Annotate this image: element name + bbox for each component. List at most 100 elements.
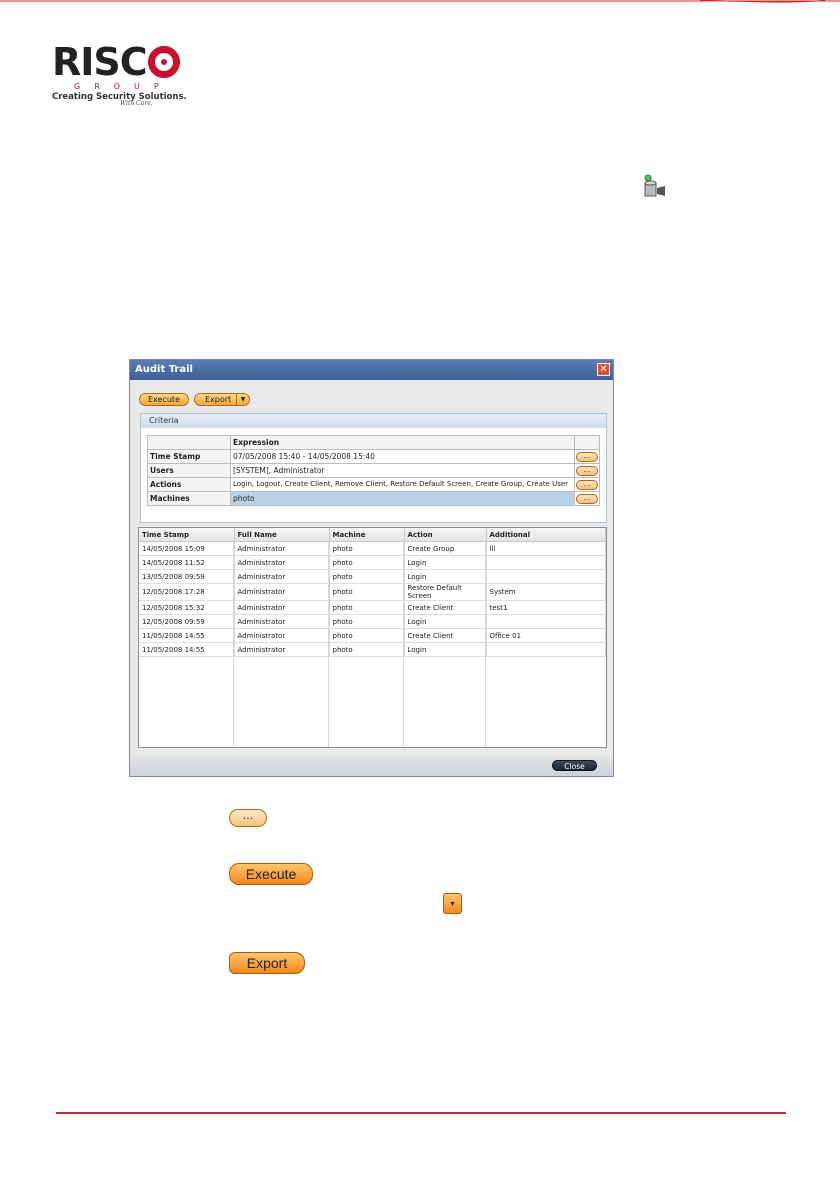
results-cell: 12/05/2008 15:32 <box>139 600 235 615</box>
results-cell: photo <box>329 614 405 629</box>
results-cell: photo <box>329 600 405 615</box>
results-table: Time Stamp Full Name Machine Action Addition… <box>139 528 606 657</box>
results-header-row: Time Stamp Full Name Machine Action Addition… <box>139 528 606 542</box>
results-cell: photo <box>329 541 405 556</box>
results-cell: Create Client <box>404 600 487 615</box>
results-cell: photo <box>329 642 405 657</box>
results-cell: Administrator <box>234 600 330 615</box>
results-grid[interactable]: Time Stamp Full Name Machine Action Addition… <box>138 527 607 748</box>
criteria-row-label: Time Stamp <box>147 449 231 464</box>
results-cell: 13/05/2008 09:59 <box>139 569 235 584</box>
results-cell: Administrator <box>234 642 330 657</box>
audit-trail-icon <box>644 174 665 197</box>
results-row[interactable]: 11/05/2008 14:55 Administrator photo Create… <box>139 628 606 643</box>
dialog-titlebar: Audit Trail ✕ <box>130 360 613 380</box>
export-button[interactable]: Export ▼ <box>194 393 250 406</box>
legend-dots-button: ... <box>229 809 267 827</box>
export-dropdown-arrow-icon[interactable]: ▼ <box>236 394 249 405</box>
criteria-table: Expression Time Stamp 07/05/2008 15:40 -… <box>147 435 600 506</box>
results-cell: photo <box>329 569 405 584</box>
results-cell: 12/05/2008 09:59 <box>139 614 235 629</box>
results-cell <box>486 642 606 657</box>
legend-execute-button: Execute <box>229 863 313 885</box>
results-row[interactable]: 12/05/2008 15:32 Administrator photo Create… <box>139 600 606 615</box>
criteria-row-label: Users <box>147 463 231 478</box>
criteria-row-value: photo <box>230 491 575 506</box>
results-cell: 12/05/2008 17:28 <box>139 583 235 601</box>
results-row[interactable]: 13/05/2008 09:59 Administrator photo Login <box>139 569 606 584</box>
results-cell: Administrator <box>234 614 330 629</box>
results-cell: Administrator <box>234 569 330 584</box>
execute-button[interactable]: Execute <box>139 393 189 406</box>
results-cell: Administrator <box>234 628 330 643</box>
results-cell: 11/05/2008 14:55 <box>139 642 235 657</box>
results-row[interactable]: 11/05/2008 14:55 Administrator photo Login <box>139 642 606 657</box>
risco-logo: RISC GROUP Creating Security Solutions. … <box>52 42 192 108</box>
results-cell: Login <box>404 569 487 584</box>
page-footer-rule <box>56 1112 786 1114</box>
close-icon[interactable]: ✕ <box>597 363 610 376</box>
criteria-row-actions[interactable]: Actions Login, Logout, Create Client, Re… <box>147 477 600 492</box>
results-column-header[interactable]: Machine <box>329 528 405 542</box>
criteria-row-value: [SYSTEM], Administrator <box>230 463 575 478</box>
logo-o-mark <box>147 46 180 78</box>
results-cell: Create Client <box>404 628 487 643</box>
results-row[interactable]: 14/05/2008 15:09 Administrator photo Create… <box>139 541 606 556</box>
criteria-row-value: 07/05/2008 15:40 - 14/05/2008 15:40 <box>230 449 575 464</box>
results-column-header[interactable]: Additional <box>486 528 606 542</box>
logo-wordmark: RISC <box>52 42 180 82</box>
dialog-toolbar: Execute Export ▼ <box>130 380 613 406</box>
results-cell: Administrator <box>234 583 330 601</box>
criteria-header-blank <box>147 435 231 450</box>
results-cell: 14/05/2008 11:52 <box>139 555 235 570</box>
edit-users-button[interactable]: ... <box>576 465 598 476</box>
criteria-panel-header: Criteria <box>141 414 606 428</box>
results-cell: Restore Default Screen <box>404 583 487 601</box>
results-cell: lll <box>486 541 606 556</box>
criteria-row-time-stamp[interactable]: Time Stamp 07/05/2008 15:40 - 14/05/2008… <box>147 449 600 464</box>
legend-dropdown-arrow-icon: ▾ <box>443 893 462 914</box>
results-cell: 14/05/2008 15:09 <box>139 541 235 556</box>
dialog-title: Audit Trail <box>135 364 193 375</box>
results-cell: System <box>486 583 606 601</box>
edit-actions-button[interactable]: ... <box>576 479 598 490</box>
edit-machines-button[interactable]: ... <box>576 493 598 504</box>
results-cell: Login <box>404 614 487 629</box>
results-cell <box>486 569 606 584</box>
results-cell: Create Group <box>404 541 487 556</box>
results-cell <box>486 555 606 570</box>
legend-export-button: Export <box>229 952 305 974</box>
results-row[interactable]: 14/05/2008 11:52 Administrator photo Login <box>139 555 606 570</box>
logo-signature: With Care. <box>120 100 153 107</box>
criteria-header-button-col <box>574 435 600 450</box>
dialog-footer: Close <box>130 756 613 776</box>
results-row[interactable]: 12/05/2008 17:28 Administrator photo Restor… <box>139 583 606 601</box>
results-cell: Administrator <box>234 555 330 570</box>
results-column-header[interactable]: Full Name <box>234 528 330 542</box>
results-cell: Login <box>404 555 487 570</box>
criteria-row-value: Login, Logout, Create Client, Remove Cli… <box>230 477 575 492</box>
results-cell: Login <box>404 642 487 657</box>
criteria-row-machines[interactable]: Machines photo ... <box>147 491 600 506</box>
results-cell <box>486 614 606 629</box>
results-column-header[interactable]: Time Stamp <box>139 528 235 542</box>
close-button[interactable]: Close <box>552 760 597 771</box>
edit-time-stamp-button[interactable]: ... <box>576 451 598 462</box>
criteria-header-expression: Expression <box>230 435 575 450</box>
results-column-header[interactable]: Action <box>404 528 487 542</box>
criteria-row-label: Machines <box>147 491 231 506</box>
page-top-border <box>0 0 840 3</box>
results-cell: test1 <box>486 600 606 615</box>
criteria-panel: Criteria Expression Time Stamp 07/05/200… <box>140 413 607 523</box>
results-row[interactable]: 12/05/2008 09:59 Administrator photo Login <box>139 614 606 629</box>
criteria-row-label: Actions <box>147 477 231 492</box>
audit-trail-dialog: Audit Trail ✕ Execute Export ▼ Criteria … <box>129 359 614 777</box>
results-cell: Administrator <box>234 541 330 556</box>
results-cell: photo <box>329 583 405 601</box>
logo-group-text: GROUP <box>74 82 173 91</box>
export-button-label: Export <box>205 395 232 404</box>
results-cell: photo <box>329 628 405 643</box>
results-cell: photo <box>329 555 405 570</box>
criteria-row-users[interactable]: Users [SYSTEM], Administrator ... <box>147 463 600 478</box>
results-cell: 11/05/2008 14:55 <box>139 628 235 643</box>
